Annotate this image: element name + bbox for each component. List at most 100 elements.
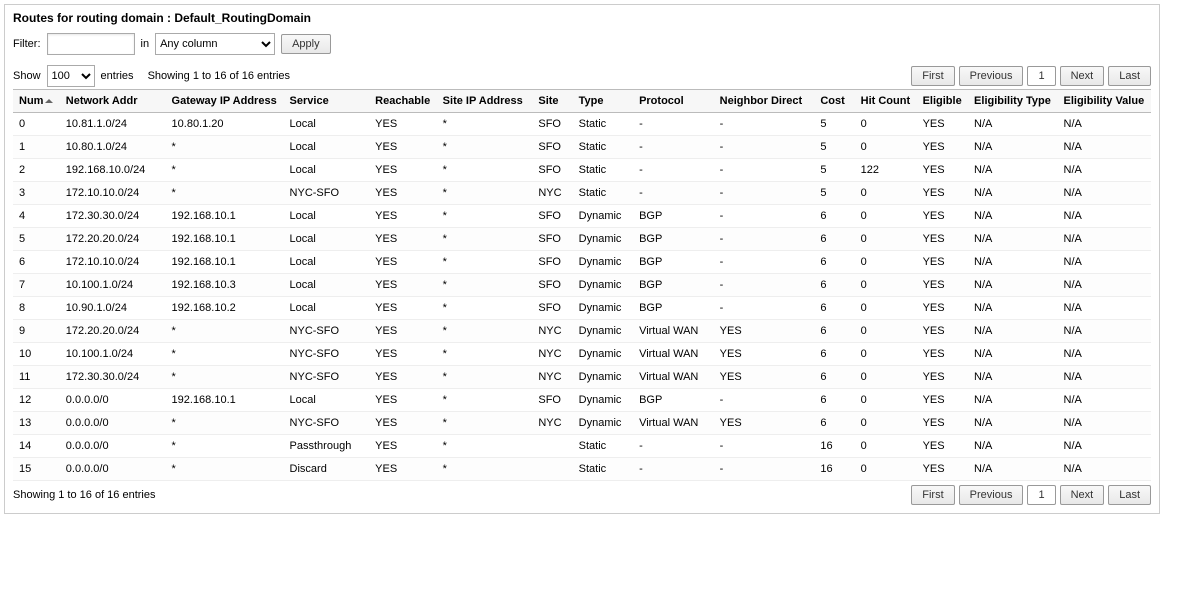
- apply-button[interactable]: Apply: [281, 34, 331, 54]
- table-row[interactable]: 6172.10.10.0/24192.168.10.1LocalYES*SFOD…: [13, 251, 1151, 274]
- table-row[interactable]: 110.80.1.0/24*LocalYES*SFOStatic--50YESN…: [13, 136, 1151, 159]
- table-row[interactable]: 5172.20.20.0/24192.168.10.1LocalYES*SFOD…: [13, 228, 1151, 251]
- table-row[interactable]: 2192.168.10.0/24*LocalYES*SFOStatic--512…: [13, 159, 1151, 182]
- first-button[interactable]: First: [911, 485, 954, 505]
- cell-net: 172.10.10.0/24: [60, 182, 166, 205]
- table-row[interactable]: 3172.10.10.0/24*NYC-SFOYES*NYCStatic--50…: [13, 182, 1151, 205]
- cell-svc: Passthrough: [284, 435, 370, 458]
- cell-svc: Local: [284, 389, 370, 412]
- cell-hits: 0: [855, 297, 917, 320]
- col-type[interactable]: Type: [573, 90, 633, 113]
- table-row[interactable]: 11172.30.30.0/24*NYC-SFOYES*NYCDynamicVi…: [13, 366, 1151, 389]
- table-row[interactable]: 130.0.0.0/0*NYC-SFOYES*NYCDynamicVirtual…: [13, 412, 1151, 435]
- cell-site: SFO: [532, 159, 572, 182]
- col-num-label: Num: [19, 95, 43, 107]
- table-row[interactable]: 140.0.0.0/0*PassthroughYES*Static--160YE…: [13, 435, 1151, 458]
- cell-etype: N/A: [968, 228, 1057, 251]
- cell-elig: YES: [917, 435, 968, 458]
- cell-hits: 0: [855, 435, 917, 458]
- cell-site: SFO: [532, 274, 572, 297]
- cell-nd: -: [714, 159, 815, 182]
- routes-table: Num Network Addr Gateway IP Address Serv…: [13, 89, 1151, 481]
- cell-eval: N/A: [1058, 366, 1152, 389]
- cell-num: 0: [13, 113, 60, 136]
- col-service[interactable]: Service: [284, 90, 370, 113]
- first-button[interactable]: First: [911, 66, 954, 86]
- table-row[interactable]: 810.90.1.0/24192.168.10.2LocalYES*SFODyn…: [13, 297, 1151, 320]
- previous-button[interactable]: Previous: [959, 485, 1024, 505]
- cell-elig: YES: [917, 274, 968, 297]
- page-number-button[interactable]: 1: [1027, 66, 1055, 86]
- filter-input[interactable]: [47, 33, 135, 55]
- cell-nd: YES: [714, 320, 815, 343]
- cell-num: 4: [13, 205, 60, 228]
- col-protocol[interactable]: Protocol: [633, 90, 714, 113]
- next-button[interactable]: Next: [1060, 66, 1105, 86]
- next-button[interactable]: Next: [1060, 485, 1105, 505]
- cell-cost: 6: [814, 412, 854, 435]
- cell-net: 10.100.1.0/24: [60, 343, 166, 366]
- cell-num: 12: [13, 389, 60, 412]
- cell-etype: N/A: [968, 343, 1057, 366]
- cell-eval: N/A: [1058, 297, 1152, 320]
- cell-proto: Virtual WAN: [633, 366, 714, 389]
- cell-siteip: *: [437, 228, 533, 251]
- cell-cost: 5: [814, 159, 854, 182]
- table-row[interactable]: 710.100.1.0/24192.168.10.3LocalYES*SFODy…: [13, 274, 1151, 297]
- info-text-bottom: Showing 1 to 16 of 16 entries: [13, 489, 155, 501]
- cell-num: 14: [13, 435, 60, 458]
- col-eligibility-value[interactable]: Eligibility Value: [1058, 90, 1152, 113]
- toolbar-left: Show 100 entries Showing 1 to 16 of 16 e…: [13, 65, 290, 87]
- col-site-ip[interactable]: Site IP Address: [437, 90, 533, 113]
- cell-site: SFO: [532, 251, 572, 274]
- col-gateway-ip[interactable]: Gateway IP Address: [166, 90, 284, 113]
- cell-net: 10.80.1.0/24: [60, 136, 166, 159]
- cell-eval: N/A: [1058, 435, 1152, 458]
- col-eligibility-type[interactable]: Eligibility Type: [968, 90, 1057, 113]
- col-num[interactable]: Num: [13, 90, 60, 113]
- table-row[interactable]: 150.0.0.0/0*DiscardYES*Static--160YESN/A…: [13, 458, 1151, 481]
- col-network-addr[interactable]: Network Addr: [60, 90, 166, 113]
- previous-button[interactable]: Previous: [959, 66, 1024, 86]
- show-entries-select[interactable]: 100: [47, 65, 95, 87]
- table-row[interactable]: 4172.30.30.0/24192.168.10.1LocalYES*SFOD…: [13, 205, 1151, 228]
- cell-nd: -: [714, 274, 815, 297]
- cell-gw: *: [166, 136, 284, 159]
- cell-nd: YES: [714, 412, 815, 435]
- cell-proto: BGP: [633, 228, 714, 251]
- col-site[interactable]: Site: [532, 90, 572, 113]
- cell-proto: BGP: [633, 297, 714, 320]
- table-row[interactable]: 010.81.1.0/2410.80.1.20LocalYES*SFOStati…: [13, 113, 1151, 136]
- cell-type: Dynamic: [573, 297, 633, 320]
- last-button[interactable]: Last: [1108, 66, 1151, 86]
- cell-type: Static: [573, 458, 633, 481]
- table-row[interactable]: 1010.100.1.0/24*NYC-SFOYES*NYCDynamicVir…: [13, 343, 1151, 366]
- last-button[interactable]: Last: [1108, 485, 1151, 505]
- col-eligible[interactable]: Eligible: [917, 90, 968, 113]
- cell-type: Dynamic: [573, 343, 633, 366]
- table-row[interactable]: 9172.20.20.0/24*NYC-SFOYES*NYCDynamicVir…: [13, 320, 1151, 343]
- cell-siteip: *: [437, 205, 533, 228]
- col-neighbor-direct[interactable]: Neighbor Direct: [714, 90, 815, 113]
- cell-cost: 6: [814, 205, 854, 228]
- cell-siteip: *: [437, 435, 533, 458]
- filter-column-select[interactable]: Any column: [155, 33, 275, 55]
- col-reachable[interactable]: Reachable: [369, 90, 437, 113]
- cell-num: 15: [13, 458, 60, 481]
- cell-net: 192.168.10.0/24: [60, 159, 166, 182]
- page-number-button[interactable]: 1: [1027, 485, 1055, 505]
- col-cost[interactable]: Cost: [814, 90, 854, 113]
- cell-svc: NYC-SFO: [284, 366, 370, 389]
- table-row[interactable]: 120.0.0.0/0192.168.10.1LocalYES*SFODynam…: [13, 389, 1151, 412]
- cell-type: Dynamic: [573, 274, 633, 297]
- filter-row: Filter: in Any column Apply: [13, 33, 1151, 55]
- col-hit-count[interactable]: Hit Count: [855, 90, 917, 113]
- cell-net: 0.0.0.0/0: [60, 389, 166, 412]
- cell-gw: 192.168.10.1: [166, 389, 284, 412]
- filter-in-label: in: [141, 38, 150, 50]
- cell-site: NYC: [532, 366, 572, 389]
- cell-cost: 6: [814, 274, 854, 297]
- show-label: Show: [13, 70, 41, 82]
- cell-site: SFO: [532, 205, 572, 228]
- cell-svc: Local: [284, 228, 370, 251]
